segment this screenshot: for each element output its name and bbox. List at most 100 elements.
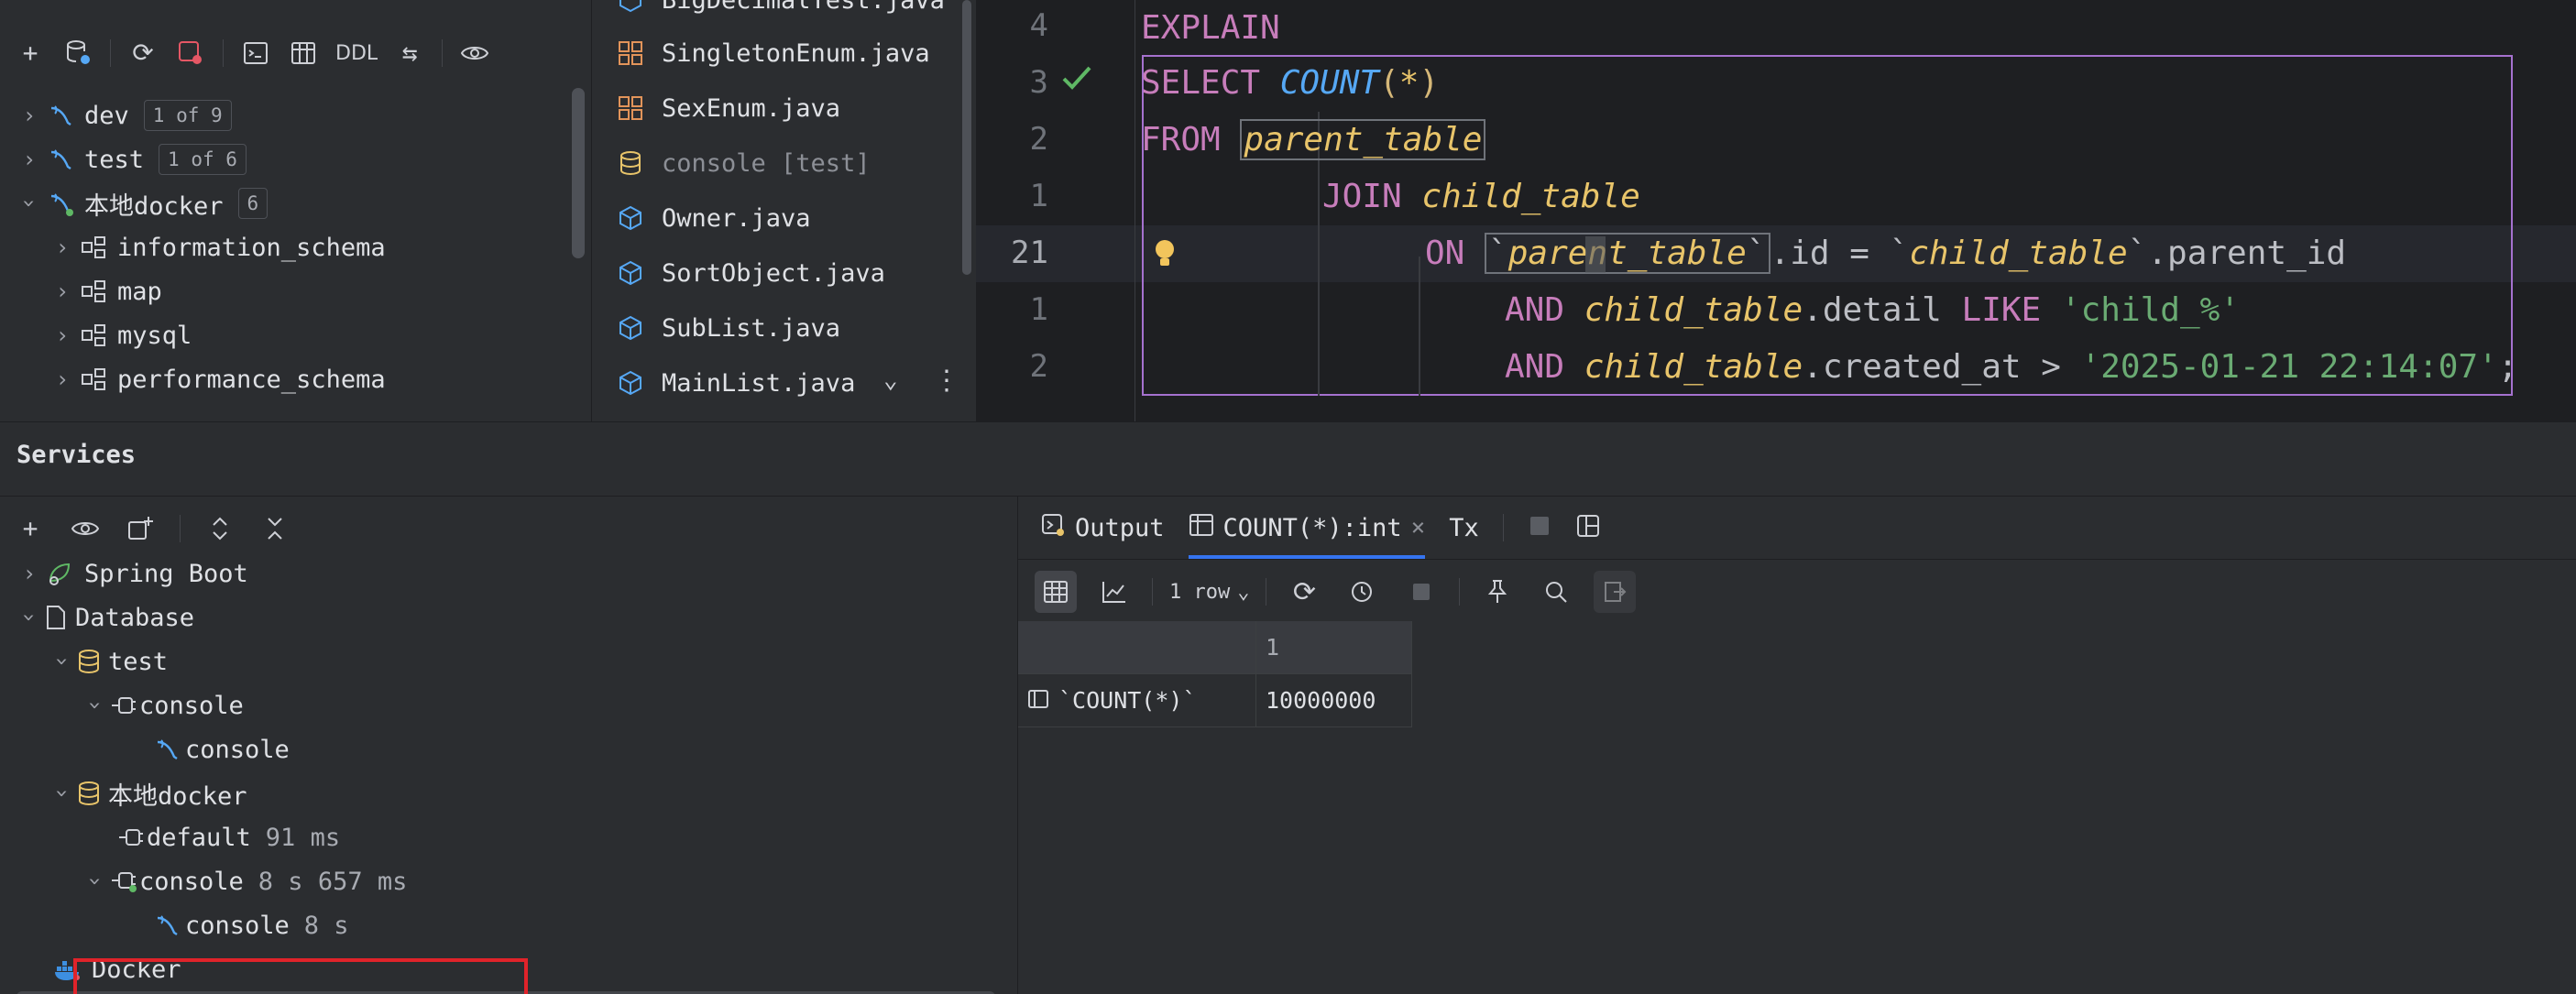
collapse-all-icon[interactable] [259, 513, 290, 544]
service-session-default[interactable]: default 91 ms [115, 815, 340, 859]
layout-icon[interactable] [1575, 513, 1601, 542]
chevron-right-icon[interactable]: › [16, 561, 42, 586]
file-item[interactable]: Owner.java [612, 191, 811, 246]
tree-item-test[interactable]: › test 1 of 6 [16, 138, 247, 180]
data-source-properties-icon[interactable] [62, 38, 93, 69]
file-item[interactable]: SingletonEnum.java [612, 26, 930, 81]
chevron-down-icon[interactable]: › [49, 649, 75, 674]
chevron-down-icon[interactable]: › [16, 605, 42, 630]
service-session-console[interactable]: › console 8 s 657 ms [82, 859, 407, 903]
chevron-right-icon[interactable]: › [49, 235, 75, 260]
console-icon[interactable] [240, 38, 271, 69]
new-group-icon[interactable] [125, 513, 156, 544]
code-line-2: SELECT COUNT(*) [1141, 55, 1439, 112]
tree-item-schema[interactable]: › map [49, 270, 162, 312]
disconnect-icon[interactable] [175, 38, 206, 69]
tab-result[interactable]: COUNT(*):int × [1188, 497, 1426, 559]
chevron-right-icon[interactable]: › [49, 279, 75, 304]
sql-table: child_table [1584, 291, 1803, 329]
add-service-icon[interactable]: + [15, 513, 46, 544]
line-number: 2 [1029, 348, 1048, 385]
more-options-icon[interactable]: ⋮ [933, 365, 960, 397]
tab-output[interactable]: Output [1040, 497, 1165, 559]
tree-item-dev[interactable]: › dev 1 of 9 [16, 94, 232, 137]
explorer-toolbar: + ⟳ DDL ⇆ [15, 35, 490, 71]
tree-item-badge[interactable]: 1 of 9 [143, 100, 232, 131]
jump-to-source-icon[interactable]: ⇆ [394, 38, 425, 69]
class-icon [612, 315, 649, 341]
service-spring-boot[interactable]: › Spring Boot [16, 552, 248, 595]
sql-table: parent_table [1507, 235, 1747, 272]
grid-cell-value[interactable]: 10000000 [1256, 674, 1412, 727]
file-name: SubList.java [662, 313, 841, 343]
grid-row-header[interactable]: `COUNT(*)` [1018, 674, 1256, 727]
sql-table: parent_table [1240, 119, 1486, 160]
file-name: SexEnum.java [662, 93, 841, 123]
expand-all-icon[interactable] [204, 513, 236, 544]
file-item[interactable]: SubList.java [612, 300, 840, 355]
tree-item-schema[interactable]: › mysql [49, 314, 192, 356]
history-icon[interactable] [1342, 571, 1384, 613]
sql-backtick: ` [2127, 235, 2148, 272]
service-db-local-docker[interactable]: › 本地docker [49, 771, 247, 815]
ddl-button[interactable]: DDL [335, 42, 378, 65]
file-list-scrollbar[interactable] [962, 0, 971, 275]
lightbulb-icon[interactable] [1153, 238, 1177, 273]
tree-item-schema[interactable]: › performance_schema [49, 358, 386, 400]
eye-icon[interactable] [459, 38, 490, 69]
stop-icon[interactable] [1528, 514, 1551, 541]
service-database[interactable]: › Database [16, 595, 194, 639]
chevron-down-icon: ⌄ [1237, 580, 1250, 604]
grid-column-header[interactable]: 1 [1256, 621, 1412, 674]
toolbar-separator [1502, 514, 1504, 541]
chevron-down-icon[interactable]: ⌄ [883, 366, 898, 394]
service-label: console [185, 911, 290, 940]
line-number: 3 [1029, 64, 1048, 101]
row-header-label: `COUNT(*)` [1058, 687, 1197, 714]
tree-item-badge[interactable]: 1 of 6 [159, 144, 247, 175]
schema-icon [75, 235, 112, 259]
code-line-1: EXPLAIN [1141, 0, 1280, 57]
service-label: console [185, 735, 290, 764]
search-icon[interactable] [1535, 571, 1577, 613]
add-icon[interactable]: + [15, 38, 46, 69]
file-item[interactable]: SexEnum.java [612, 81, 840, 136]
export-icon[interactable] [1594, 571, 1637, 613]
refresh-icon[interactable]: ⟳ [1283, 571, 1325, 613]
tree-item-local-docker[interactable]: › 本地docker 6 [16, 182, 269, 224]
pin-icon[interactable] [1476, 571, 1518, 613]
chevron-down-icon[interactable]: › [16, 191, 42, 216]
file-item[interactable]: SortObject.java [612, 246, 885, 300]
chevron-down-icon[interactable]: › [82, 868, 108, 894]
output-tab-bar: Output COUNT(*):int × Tx [1018, 497, 2576, 559]
file-item[interactable]: BigDecimalTest.java [612, 0, 945, 27]
chevron-right-icon[interactable]: › [49, 322, 75, 348]
close-icon[interactable]: × [1411, 514, 1426, 541]
chevron-right-icon[interactable]: › [16, 103, 42, 128]
tree-item-schema[interactable]: › information_schema [49, 226, 386, 268]
eye-icon[interactable] [70, 513, 101, 544]
tree-item-badge[interactable]: 6 [237, 188, 269, 219]
chevron-right-icon[interactable]: › [16, 147, 42, 172]
chevron-right-icon[interactable]: › [49, 366, 75, 392]
service-session[interactable]: › console [82, 683, 244, 727]
chevron-down-icon[interactable]: › [82, 693, 108, 718]
file-item[interactable]: console [test] [612, 136, 871, 191]
table-icon[interactable] [288, 38, 319, 69]
service-console[interactable]: console [148, 727, 290, 771]
service-duration: 8 s [303, 911, 349, 940]
table-view-button[interactable] [1035, 571, 1077, 613]
tree-item-label: information_schema [117, 233, 386, 262]
file-item[interactable]: MainList.java [612, 355, 855, 410]
refresh-icon[interactable]: ⟳ [127, 38, 159, 69]
tab-tx[interactable]: Tx [1449, 497, 1479, 559]
stop-icon[interactable] [1400, 571, 1442, 613]
explorer-scrollbar[interactable] [572, 88, 585, 258]
chart-view-button[interactable] [1093, 571, 1135, 613]
service-db-test[interactable]: › test [49, 639, 168, 683]
row-count-dropdown[interactable]: 1 row ⌄ [1169, 571, 1249, 613]
service-console-selected[interactable]: console 8 s [148, 903, 349, 947]
sql-string: '2025-01-21 22:14:07' [2080, 348, 2498, 386]
chevron-down-icon[interactable]: › [49, 781, 75, 806]
output-icon [1040, 512, 1066, 544]
